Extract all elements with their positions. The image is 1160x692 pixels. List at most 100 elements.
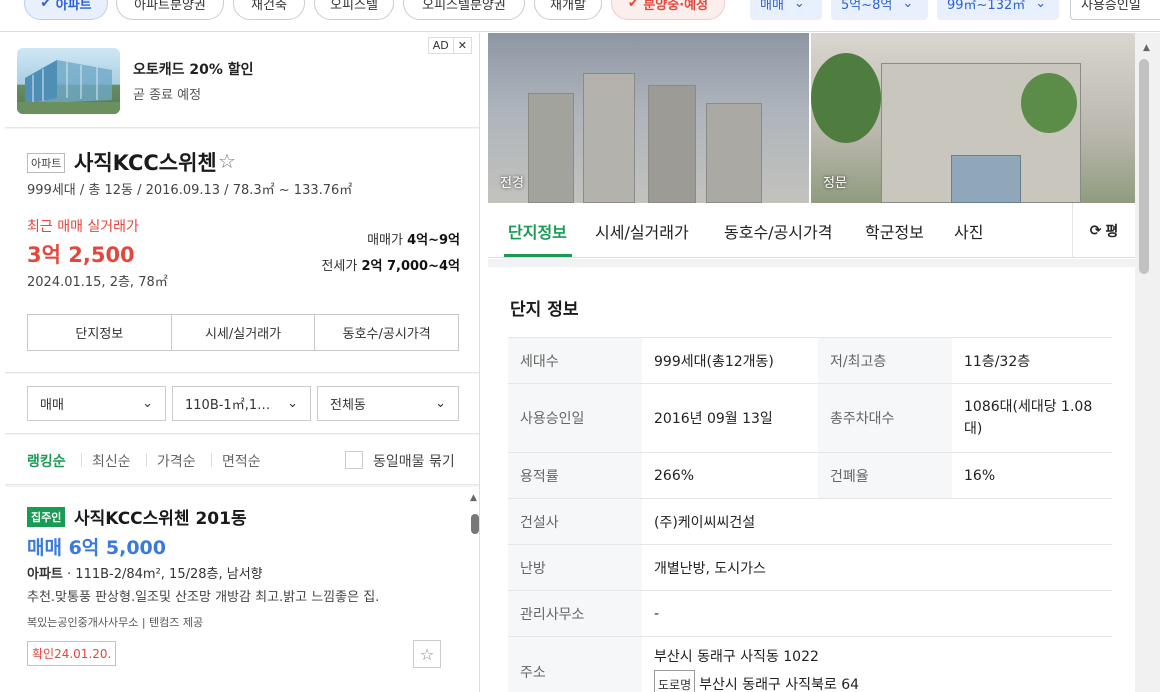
unit-toggle-button[interactable]: ⟳ 평 bbox=[1072, 203, 1135, 258]
scroll-up-arrow-icon[interactable]: ▲ bbox=[470, 493, 477, 503]
listing-scrollbar[interactable]: ▲ bbox=[470, 487, 479, 692]
chevron-down-icon: ⌄ bbox=[1035, 0, 1047, 11]
scrollbar-thumb[interactable] bbox=[471, 514, 479, 534]
table-row: 건설사 (주)케이씨씨건설 bbox=[508, 498, 1112, 545]
summary-tabs: 단지정보 시세/실거래가 동호수/공시가격 bbox=[27, 314, 459, 351]
photo-main-gate[interactable]: 정문 bbox=[811, 33, 1135, 203]
chip-apartment-presale[interactable]: 아파트분양권 bbox=[116, 0, 224, 20]
tab-school[interactable]: 학군정보 bbox=[865, 219, 924, 243]
info-section: 단지 정보 세대수 999세대(총12개동) 저/최고층 11층/32층 사용승… bbox=[488, 259, 1135, 692]
deal-type-dropdown[interactable]: 매매 ⌄ bbox=[750, 0, 822, 20]
jeonse-label: 전세가 bbox=[321, 259, 358, 274]
building-shape bbox=[583, 73, 635, 203]
dong-filter-select[interactable]: 전체동 ⌄ bbox=[317, 386, 459, 421]
table-key: 저/최고층 bbox=[818, 337, 952, 384]
ad-badge: AD ✕ bbox=[427, 37, 472, 54]
table-value: (주)케이씨씨건설 bbox=[642, 498, 1112, 545]
tree-shape bbox=[811, 53, 881, 143]
table-value: 16% bbox=[952, 452, 1112, 499]
chip-label: 분양중·예정 bbox=[643, 0, 709, 13]
sale-price-range: 매매가 4억~9억 bbox=[321, 228, 460, 254]
road-address-tag: 도로명 bbox=[654, 669, 696, 692]
group-same-listings-label: 동일매물 묶기 bbox=[373, 454, 455, 470]
detail-panel: 전경 정문 단지정보 시세/실거래가 동호수/공시가격 학군정보 사진 ⟳ 평 단… bbox=[488, 33, 1160, 692]
tree-shape bbox=[1021, 73, 1077, 133]
road-address: 부산시 동래구 사직북로 64 bbox=[699, 676, 860, 692]
select-value: 매매 bbox=[40, 398, 64, 413]
sale-label: 매매가 bbox=[367, 233, 403, 248]
agent-name: 복있는공인중개사사무소 bbox=[27, 616, 139, 629]
chevron-down-icon: ⌄ bbox=[142, 396, 153, 411]
building-shape bbox=[706, 103, 762, 203]
favorite-star-icon[interactable]: ☆ bbox=[218, 149, 236, 173]
sort-ranking[interactable]: 랭킹순 bbox=[27, 451, 66, 471]
table-value: 1086대(세대당 1.08대) bbox=[952, 383, 1112, 453]
scrollbar-thumb[interactable] bbox=[1139, 59, 1149, 274]
recent-trade-label: 최근 매매 실거래가 bbox=[27, 219, 139, 235]
table-key: 용적률 bbox=[508, 452, 642, 499]
table-key: 건폐율 bbox=[818, 452, 952, 499]
select-value: 전체동 bbox=[330, 398, 366, 413]
summary-tab-price[interactable]: 시세/실거래가 bbox=[170, 315, 315, 350]
sort-area[interactable]: 면적순 bbox=[222, 451, 261, 471]
close-icon[interactable]: ✕ bbox=[452, 38, 471, 53]
sale-value: 4억~9억 bbox=[407, 233, 460, 248]
address-cell: 부산시 동래구 사직동 1022 도로명 부산시 동래구 사직북로 64 bbox=[642, 636, 1112, 692]
tab-complex-info[interactable]: 단지정보 bbox=[508, 219, 567, 243]
ad-banner[interactable]: 오토캐드 20% 할인 곧 종료 예정 AD ✕ bbox=[5, 33, 479, 128]
photo-overview[interactable]: 전경 bbox=[488, 33, 809, 203]
table-value: 266% bbox=[642, 452, 818, 499]
chevron-down-icon: ⌄ bbox=[435, 396, 446, 411]
owner-tag: 집주인 bbox=[27, 507, 66, 527]
photo-label-overview: 전경 bbox=[500, 176, 524, 191]
chip-check-icon: ✔ bbox=[40, 0, 56, 11]
chip-redevelopment[interactable]: 재개발 bbox=[534, 0, 602, 20]
chip-officetel[interactable]: 오피스텔 bbox=[314, 0, 394, 20]
chip-presale-upcoming[interactable]: ✔ 분양중·예정 bbox=[611, 0, 725, 20]
price-range-dropdown[interactable]: 5억~8억 ⌄ bbox=[831, 0, 928, 20]
jeonse-price-range: 전세가 2억 7,000~4억 bbox=[321, 254, 460, 280]
summary-tab-info[interactable]: 단지정보 bbox=[28, 315, 171, 350]
group-same-listings-checkbox[interactable] bbox=[345, 451, 363, 469]
table-key: 주소 bbox=[508, 636, 642, 692]
listing-item[interactable]: 집주인 사직KCC스위첸 201동 매매 6억 5,000 아파트 · 111B… bbox=[5, 487, 470, 692]
dropdown-value: 사용승인일 bbox=[1081, 0, 1141, 13]
table-row: 난방 개별난방, 도시가스 bbox=[508, 544, 1112, 591]
approval-date-dropdown[interactable]: 사용승인일 bbox=[1070, 0, 1160, 20]
area-filter-select[interactable]: 110B-1㎡,1… ⌄ bbox=[172, 386, 311, 421]
area-range-dropdown[interactable]: 99㎡~132㎡ ⌄ bbox=[937, 0, 1059, 20]
table-key: 세대수 bbox=[508, 337, 642, 384]
complex-name: 사직KCC스위첸 bbox=[74, 151, 217, 175]
listing-agent: 복있는공인중개사사무소 | 텐컴즈 제공 bbox=[27, 616, 204, 629]
road-address-line: 도로명 부산시 동래구 사직북로 64 bbox=[654, 669, 1100, 692]
listing-title: 사직KCC스위첸 201동 bbox=[74, 509, 247, 529]
ad-thumbnail bbox=[17, 48, 120, 114]
price-ranges: 매매가 4억~9억 전세가 2억 7,000~4억 bbox=[321, 228, 460, 280]
chip-apartment[interactable]: ✔ 아파트 bbox=[24, 0, 108, 20]
sort-price[interactable]: 가격순 bbox=[157, 451, 196, 471]
tab-market-price[interactable]: 시세/실거래가 bbox=[595, 219, 689, 243]
sort-latest[interactable]: 최신순 bbox=[92, 451, 131, 471]
ad-label: AD bbox=[432, 39, 449, 52]
complex-meta: 999세대 / 총 12동 / 2016.09.13 / 78.3㎡ ~ 133… bbox=[27, 183, 353, 198]
chevron-down-icon: ⌄ bbox=[287, 396, 298, 411]
tab-photos[interactable]: 사진 bbox=[954, 219, 983, 243]
tab-unit-price[interactable]: 동호수/공시가격 bbox=[724, 219, 832, 243]
chip-reconstruction[interactable]: 재건축 bbox=[233, 0, 305, 20]
deal-filter-select[interactable]: 매매 ⌄ bbox=[27, 386, 166, 421]
detail-scrollbar[interactable]: ▲ bbox=[1135, 33, 1160, 692]
chip-label: 재개발 bbox=[550, 0, 586, 13]
summary-tab-units[interactable]: 동호수/공시가격 bbox=[314, 315, 458, 350]
jeonse-value: 2억 7,000~4억 bbox=[361, 259, 460, 274]
property-type-tag: 아파트 bbox=[27, 153, 66, 173]
photo-label-gate: 정문 bbox=[823, 176, 847, 191]
ad-subtitle: 곧 종료 예정 bbox=[133, 88, 202, 103]
guard-booth-shape bbox=[951, 155, 1021, 203]
sort-divider bbox=[146, 453, 147, 467]
chip-label: 오피스텔분양권 bbox=[422, 0, 506, 13]
chip-officetel-presale[interactable]: 오피스텔분양권 bbox=[403, 0, 525, 20]
table-row: 사용승인일 2016년 09월 13일 총주차대수 1086대(세대당 1.08… bbox=[508, 383, 1112, 453]
scroll-up-arrow-icon[interactable]: ▲ bbox=[1143, 43, 1150, 53]
favorite-star-icon[interactable]: ☆ bbox=[413, 640, 441, 668]
building-shape bbox=[648, 85, 696, 203]
